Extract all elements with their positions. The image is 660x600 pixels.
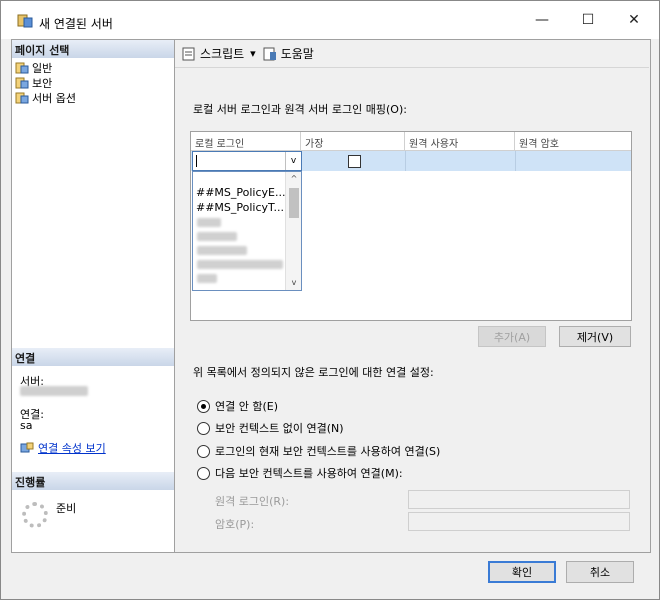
script-button[interactable]: 스크립트 <box>181 45 244 62</box>
radio-label: 다음 보안 컨텍스트를 사용하여 연결(M): <box>215 467 403 480</box>
help-button[interactable]: 도움말 <box>262 45 314 62</box>
list-item-redacted[interactable] <box>197 246 247 255</box>
dropdown-scrollbar[interactable]: ^ v <box>285 172 301 290</box>
title-bar: 새 연결된 서버 — ☐ ✕ <box>1 1 659 39</box>
help-label: 도움말 <box>280 47 314 61</box>
cell-divider <box>405 151 406 171</box>
connection-value: sa <box>20 419 33 432</box>
impersonate-checkbox[interactable] <box>348 155 361 168</box>
view-connection-properties-link[interactable]: 연결 속성 보기 <box>20 440 106 456</box>
main-pane: 스크립트 ▾ 도움말 로컬 서버 로그인과 원격 서버 로그인 매핑(O): 로… <box>175 39 651 553</box>
scroll-thumb[interactable] <box>289 188 299 218</box>
radio-current-security-context[interactable]: 로그인의 현재 보안 컨텍스트를 사용하여 연결(S) <box>197 443 440 459</box>
script-label: 스크립트 <box>200 47 245 61</box>
list-item-redacted[interactable] <box>197 274 217 283</box>
radio-specified-security-context[interactable]: 다음 보안 컨텍스트를 사용하여 연결(M): <box>197 465 403 481</box>
scroll-down-icon[interactable]: v <box>286 276 302 290</box>
help-icon <box>263 47 276 60</box>
radio-label: 연결 안 함(E) <box>215 400 279 413</box>
properties-icon <box>20 442 34 453</box>
column-header-local-login: 로컬 로그인 <box>191 132 301 151</box>
progress-status: 준비 <box>56 502 77 515</box>
page-item-label: 서버 옵션 <box>32 91 76 105</box>
page-item-label: 일반 <box>32 61 53 75</box>
list-item-redacted[interactable] <box>197 260 283 269</box>
list-item[interactable]: ##MS_PolicyE... <box>196 186 286 199</box>
left-pane: 페이지 선택 일반 보안 서버 옵션 연결 서버: 연결: sa 연결 속성 보… <box>11 39 175 553</box>
local-login-dropdown-list[interactable]: ##MS_PolicyE... ##MS_PolicyT... ^ v <box>192 171 302 291</box>
window-title: 새 연결된 서버 <box>39 17 113 31</box>
column-header-impersonate: 가장 <box>301 132 405 151</box>
cell-divider <box>515 151 516 171</box>
page-icon <box>15 62 29 73</box>
login-mapping-label: 로컬 서버 로그인과 원격 서버 로그인 매핑(O): <box>193 103 407 116</box>
local-login-combobox[interactable]: v <box>192 151 302 171</box>
close-button[interactable]: ✕ <box>611 1 657 39</box>
radio-no-security-context[interactable]: 보안 컨텍스트 없이 연결(N) <box>197 420 344 436</box>
radio-icon[interactable] <box>197 399 210 413</box>
dialog-window: 새 연결된 서버 — ☐ ✕ 페이지 선택 일반 보안 서버 옵션 연결 서버:… <box>0 0 660 600</box>
minimize-button[interactable]: — <box>519 1 565 39</box>
remote-login-label: 원격 로그인(R): <box>215 495 290 508</box>
toolbar: 스크립트 ▾ 도움말 <box>175 40 649 68</box>
list-item-redacted[interactable] <box>197 232 237 241</box>
server-name-redacted <box>20 386 88 396</box>
password-field <box>408 512 630 531</box>
maximize-button[interactable]: ☐ <box>565 1 611 39</box>
radio-icon[interactable] <box>197 466 210 480</box>
connection-header: 연결 <box>12 348 174 366</box>
radio-no-connection[interactable]: 연결 안 함(E) <box>197 398 278 414</box>
page-icon <box>15 77 29 88</box>
page-item-security[interactable]: 보안 <box>15 75 52 90</box>
page-select-header: 페이지 선택 <box>12 40 174 58</box>
password-label: 암호(P): <box>215 518 255 531</box>
scroll-up-icon[interactable]: ^ <box>286 172 302 186</box>
add-button[interactable]: 추가(A) <box>478 326 546 347</box>
cancel-button[interactable]: 취소 <box>566 561 634 583</box>
grid-header: 로컬 로그인 가장 원격 사용자 원격 암호 <box>191 132 631 151</box>
progress-header: 진행률 <box>12 472 174 490</box>
page-item-label: 보안 <box>32 76 53 90</box>
ok-button[interactable]: 확인 <box>488 561 556 583</box>
remote-login-field <box>408 490 630 509</box>
column-header-remote-password: 원격 암호 <box>519 139 559 150</box>
column-header-remote-user: 원격 사용자 <box>405 132 515 151</box>
radio-label: 보안 컨텍스트 없이 연결(N) <box>215 422 344 435</box>
radio-icon[interactable] <box>197 421 210 435</box>
connection-settings-label: 위 목록에서 정의되지 않은 로그인에 대한 연결 설정: <box>193 366 434 379</box>
script-dropdown-icon[interactable]: ▾ <box>250 47 256 60</box>
remove-button[interactable]: 제거(V) <box>559 326 631 347</box>
text-caret <box>196 155 197 167</box>
progress-spinner-icon <box>22 502 48 528</box>
page-item-server-options[interactable]: 서버 옵션 <box>15 90 76 105</box>
script-icon <box>182 47 195 60</box>
page-item-general[interactable]: 일반 <box>15 60 52 75</box>
link-label: 연결 속성 보기 <box>38 442 106 455</box>
page-icon <box>15 92 29 103</box>
server-icon <box>17 14 33 28</box>
chevron-down-icon[interactable]: v <box>285 152 301 170</box>
list-item-redacted[interactable] <box>197 218 221 227</box>
radio-label: 로그인의 현재 보안 컨텍스트를 사용하여 연결(S) <box>215 445 441 458</box>
radio-icon[interactable] <box>197 444 210 458</box>
list-item[interactable]: ##MS_PolicyT... <box>196 201 284 214</box>
